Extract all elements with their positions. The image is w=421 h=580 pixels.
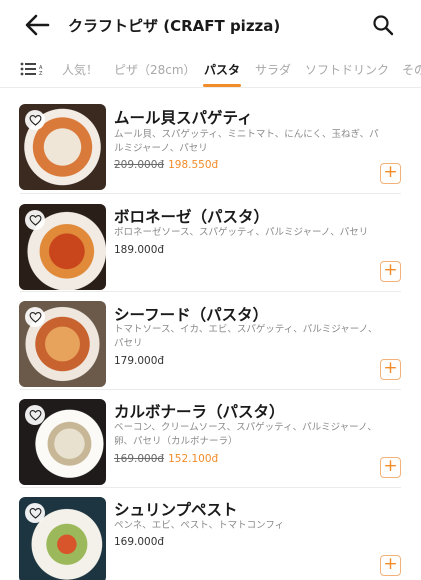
price-row: 179.000đ [114, 355, 164, 367]
search-icon[interactable] [372, 14, 394, 36]
add-to-cart-button[interactable]: + [380, 555, 401, 576]
item-description: ペンネ、エビ、ペスト、トマトコンフィ [114, 520, 285, 531]
item-name: ボロネーゼ（パスタ） [114, 208, 270, 226]
dish-image [19, 104, 106, 190]
add-to-cart-button[interactable]: + [380, 163, 401, 184]
tab-pasta[interactable]: パスタ [204, 61, 240, 78]
category-list-icon[interactable]: A Z [20, 61, 46, 77]
dish-image [19, 204, 106, 290]
app-header: クラフトピザ (CRAFT pizza) [0, 0, 421, 50]
tab-other[interactable]: その [402, 61, 421, 78]
original-price: 209.000đ [114, 159, 165, 171]
dish-image [19, 399, 106, 485]
item-name: シーフード（パスタ） [114, 306, 269, 324]
item-price: 189.000đ [114, 244, 165, 256]
item-description: ムール貝、スパゲッティ、ミニトマト、にんにく、玉ねぎ、パルミジャーノ、パセリ [114, 129, 379, 154]
page-title: クラフトピザ (CRAFT pizza) [68, 17, 281, 35]
discount-price: 198.550đ [168, 159, 219, 171]
price-row: 169.000đ [114, 536, 164, 548]
item-description: ベーコン、クリームソース、スパゲッティ、パルミジャーノ、卵、パセリ（カルボナーラ… [114, 422, 377, 447]
tab-salad[interactable]: サラダ [255, 61, 291, 78]
favorite-heart-icon[interactable] [25, 110, 45, 130]
item-name: ムール貝スパゲティ [114, 109, 253, 127]
original-price: 169.000đ [114, 453, 165, 465]
menu-item[interactable]: シュリンプペスト ペンネ、エビ、ペスト、トマトコンフィ 169.000đ + [0, 488, 421, 580]
item-name: シュリンプペスト [114, 501, 238, 519]
favorite-heart-icon[interactable] [25, 503, 45, 523]
add-to-cart-button[interactable]: + [380, 261, 401, 282]
tab-popular[interactable]: 人気！ [62, 61, 98, 78]
item-description: ボロネーゼソース、スパゲッティ、パルミジャーノ、パセリ [114, 227, 369, 238]
back-arrow-icon[interactable] [24, 13, 50, 37]
favorite-heart-icon[interactable] [25, 210, 45, 230]
favorite-heart-icon[interactable] [25, 405, 45, 425]
active-tab-indicator [203, 84, 241, 87]
menu-item[interactable]: ボロネーゼ（パスタ） ボロネーゼソース、スパゲッティ、パルミジャーノ、パセリ 1… [0, 194, 421, 292]
item-price: 179.000đ [114, 355, 165, 367]
item-price: 169.000đ [114, 536, 165, 548]
price-row: 189.000đ [114, 244, 164, 256]
add-to-cart-button[interactable]: + [380, 359, 401, 380]
tab-soft-drinks[interactable]: ソフトドリンク [305, 61, 389, 78]
dish-image [19, 497, 106, 580]
category-tab-bar: A Z 人気！ ピザ（28cm） パスタ サラダ ソフトドリンク その [0, 50, 421, 88]
add-to-cart-button[interactable]: + [380, 457, 401, 478]
dish-image [19, 301, 106, 387]
price-row: 209.000đ 198.550đ [114, 159, 218, 171]
item-description: トマトソース、イカ、エビ、スパゲッティ、パルミジャーノ、パセリ [114, 324, 378, 349]
menu-item[interactable]: シーフード（パスタ） トマトソース、イカ、エビ、スパゲッティ、パルミジャーノ、パ… [0, 292, 421, 390]
price-row: 169.000đ 152.100đ [114, 453, 218, 465]
menu-item[interactable]: ムール貝スパゲティ ムール貝、スパゲッティ、ミニトマト、にんにく、玉ねぎ、パルミ… [0, 96, 421, 194]
svg-text:Z: Z [39, 71, 43, 77]
menu-item[interactable]: カルボナーラ（パスタ） ベーコン、クリームソース、スパゲッティ、パルミジャーノ、… [0, 390, 421, 488]
discount-price: 152.100đ [168, 453, 219, 465]
tab-pizza[interactable]: ピザ（28cm） [114, 61, 196, 78]
favorite-heart-icon[interactable] [25, 307, 45, 327]
item-name: カルボナーラ（パスタ） [114, 403, 285, 421]
